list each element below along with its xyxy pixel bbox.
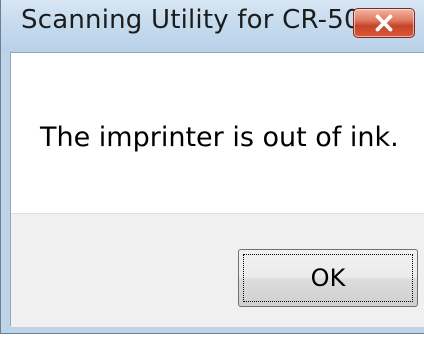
window-title: Scanning Utility for CR-50/80 [21, 5, 404, 35]
ok-button[interactable]: OK [238, 249, 418, 307]
ok-button-label: OK [310, 264, 346, 292]
screenshot: Scanning Utility for CR-50/80 The imprin… [0, 0, 424, 337]
dialog-client-area: The imprinter is out of ink. OK [10, 52, 424, 327]
message-area: The imprinter is out of ink. [11, 53, 424, 213]
close-button[interactable] [353, 8, 415, 38]
close-icon [375, 14, 393, 32]
message-text: The imprinter is out of ink. [40, 122, 399, 153]
message-dialog: Scanning Utility for CR-50/80 The imprin… [0, 0, 424, 334]
title-bar[interactable]: Scanning Utility for CR-50/80 [1, 0, 424, 52]
button-bar: OK [11, 213, 424, 327]
